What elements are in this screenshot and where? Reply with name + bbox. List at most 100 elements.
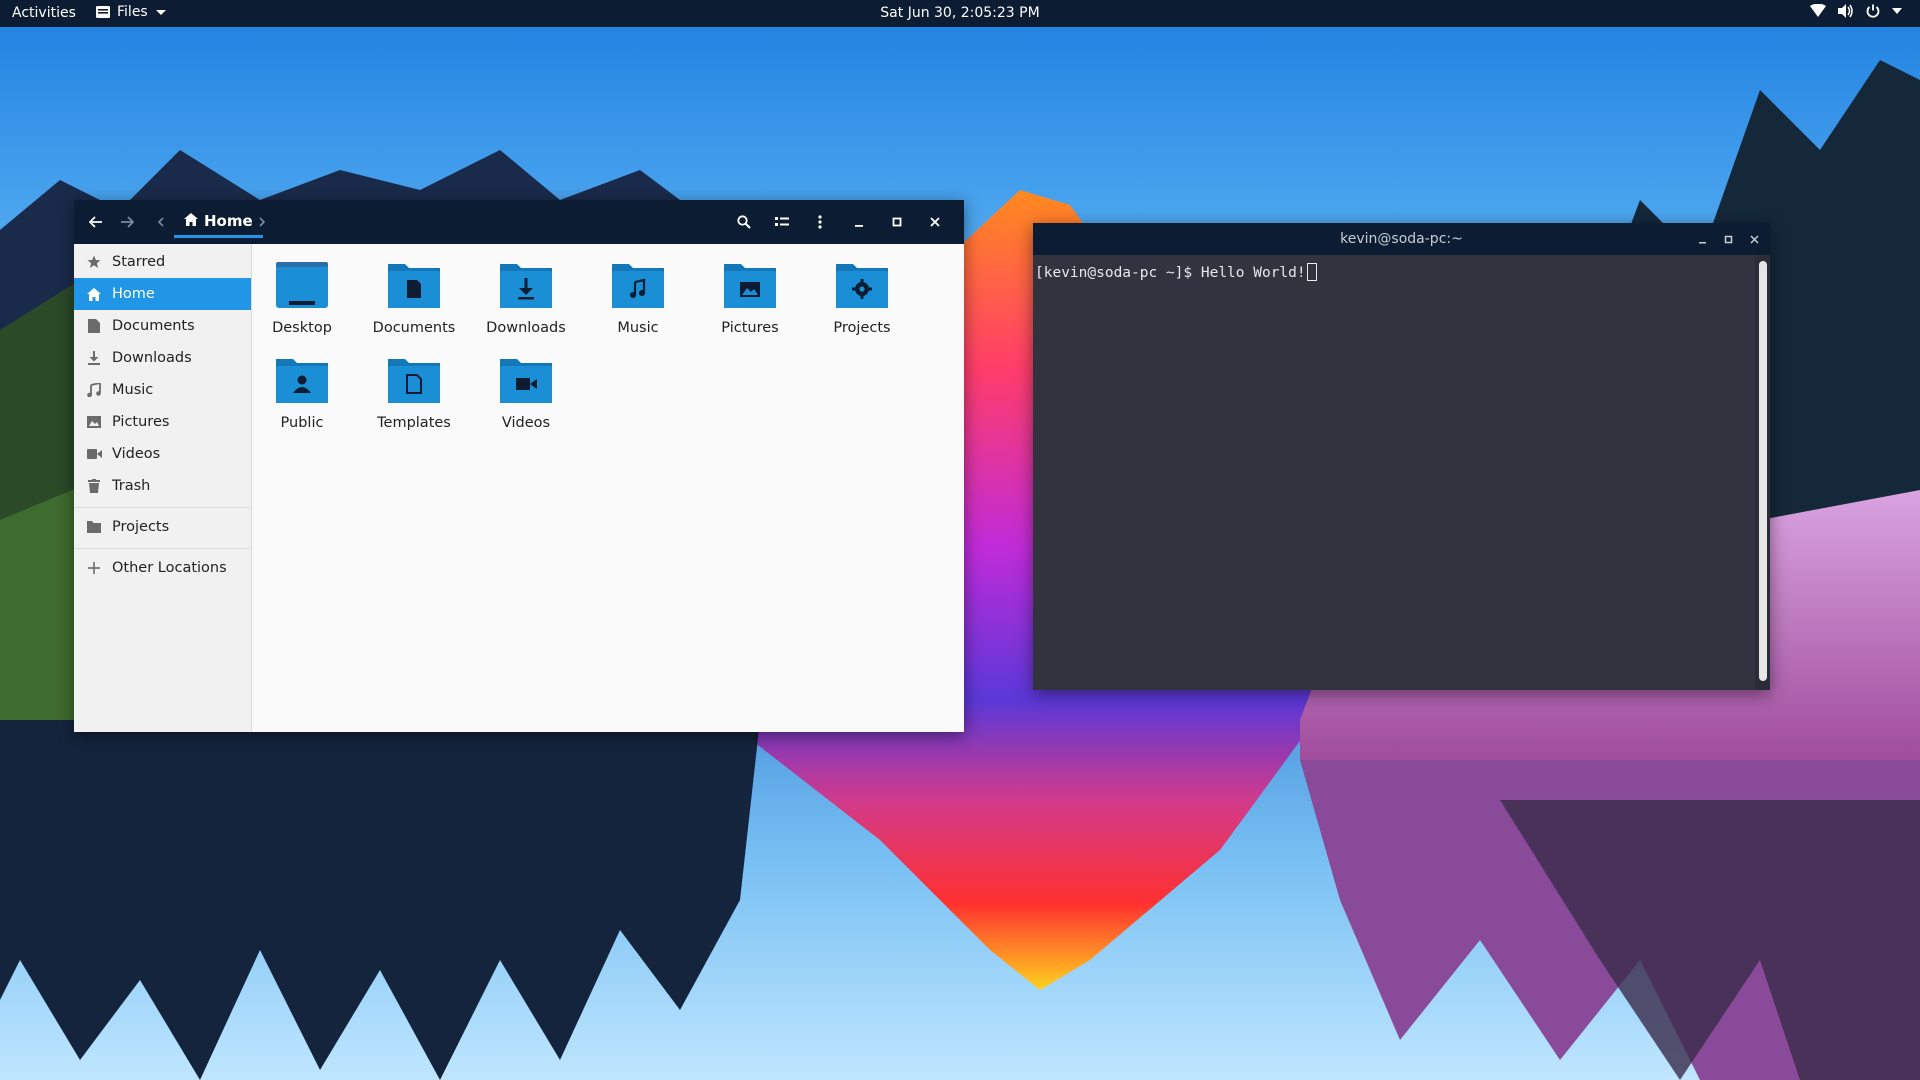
picture-icon — [86, 414, 102, 430]
terminal-cursor — [1306, 263, 1317, 281]
sidebar-item-home[interactable]: Home — [74, 278, 251, 310]
kebab-menu-icon — [818, 215, 822, 229]
sidebar-item-documents[interactable]: Documents — [74, 310, 251, 342]
path-right-arrow[interactable] — [251, 211, 273, 233]
folder-item-videos[interactable]: Videos — [476, 355, 576, 445]
back-button[interactable] — [85, 211, 107, 233]
folder-icon — [86, 519, 102, 535]
video-icon — [86, 446, 102, 462]
sidebar-item-label: Home — [112, 286, 155, 302]
folder-label: Templates — [377, 415, 451, 431]
close-icon — [930, 217, 940, 227]
document-icon — [86, 318, 102, 334]
search-icon — [737, 215, 751, 229]
scrollbar-thumb[interactable] — [1759, 261, 1767, 681]
maximize-icon — [1724, 235, 1732, 243]
folder-label: Pictures — [721, 320, 779, 336]
music-folder-icon — [612, 264, 664, 308]
terminal-headerbar: kevin@soda-pc:~ — [1033, 223, 1770, 255]
sidebar-item-trash[interactable]: Trash — [74, 470, 251, 502]
sidebar-item-label: Downloads — [112, 350, 192, 366]
sidebar-item-label: Music — [112, 382, 154, 398]
sidebar-item-label: Documents — [112, 318, 195, 334]
menu-button[interactable] — [809, 211, 831, 233]
folder-label: Public — [280, 415, 324, 431]
chevron-down-icon — [1892, 8, 1902, 14]
documents-folder-icon — [388, 264, 440, 308]
power-icon — [1866, 4, 1880, 18]
path-left-arrow[interactable] — [150, 211, 172, 233]
sidebar-separator — [74, 548, 251, 549]
folder-item-projects[interactable]: Projects — [812, 260, 912, 350]
close-icon — [1749, 234, 1759, 244]
downloads-folder-icon — [500, 264, 552, 308]
path-label: Home — [204, 211, 253, 230]
file-grid: Desktop Documents Downloads Music Pictur… — [252, 244, 964, 732]
terminal-title: kevin@soda-pc:~ — [1340, 231, 1463, 247]
download-icon — [86, 350, 102, 366]
folder-item-templates[interactable]: Templates — [364, 355, 464, 445]
sidebar-item-label: Other Locations — [112, 560, 227, 576]
terminal-line: [kevin@soda-pc ~]$ Hello World! — [1035, 265, 1306, 281]
top-bar: Activities Files Sat Jun 30, 2:05:23 PM — [0, 0, 1920, 27]
sidebar-item-starred[interactable]: Starred — [74, 246, 251, 278]
sidebar-item-label: Trash — [112, 478, 151, 494]
folder-item-public[interactable]: Public — [252, 355, 352, 445]
sidebar-item-videos[interactable]: Videos — [74, 438, 251, 470]
public-folder-icon — [276, 359, 328, 403]
minimize-icon — [1698, 241, 1706, 243]
maximize-button[interactable] — [1720, 231, 1736, 247]
files-headerbar: Home — [74, 200, 964, 244]
view-toggle-button[interactable] — [771, 211, 793, 233]
path-bar-home[interactable]: Home — [174, 206, 263, 238]
sidebar-item-pictures[interactable]: Pictures — [74, 406, 251, 438]
sidebar-separator — [74, 507, 251, 508]
maximize-icon — [892, 217, 902, 227]
folder-item-pictures[interactable]: Pictures — [700, 260, 800, 350]
folder-label: Projects — [833, 320, 891, 336]
folder-item-downloads[interactable]: Downloads — [476, 260, 576, 350]
sidebar-item-label: Starred — [112, 254, 166, 270]
forward-button[interactable] — [116, 211, 138, 233]
close-button[interactable] — [924, 211, 946, 233]
folder-label: Documents — [372, 320, 456, 336]
sidebar-item-label: Videos — [112, 446, 161, 462]
places-sidebar: Starred Home Documents Downloads Music P… — [74, 244, 252, 732]
folder-item-music[interactable]: Music — [588, 260, 688, 350]
close-button[interactable] — [1746, 231, 1762, 247]
search-button[interactable] — [733, 211, 755, 233]
sidebar-item-label: Pictures — [112, 414, 170, 430]
folder-label: Desktop — [272, 320, 332, 336]
files-window: Home Starred Home Documents Downloads Mu… — [74, 200, 964, 732]
network-icon — [1810, 4, 1826, 18]
sidebar-item-other-locations[interactable]: Other Locations — [74, 552, 251, 584]
sidebar-item-label: Projects — [112, 519, 170, 535]
minimize-button[interactable] — [1694, 231, 1710, 247]
projects-folder-icon — [836, 264, 888, 308]
star-icon — [86, 254, 102, 270]
folder-label: Music — [617, 320, 659, 336]
sidebar-item-projects[interactable]: Projects — [74, 511, 251, 543]
volume-icon — [1838, 4, 1854, 18]
clock[interactable]: Sat Jun 30, 2:05:23 PM — [0, 5, 1920, 21]
terminal-output[interactable]: [kevin@soda-pc ~]$ Hello World! — [1033, 255, 1755, 690]
folder-item-desktop[interactable]: Desktop — [252, 260, 352, 350]
sidebar-item-downloads[interactable]: Downloads — [74, 342, 251, 374]
templates-folder-icon — [388, 359, 440, 403]
system-tray[interactable] — [1810, 4, 1902, 18]
terminal-window: kevin@soda-pc:~ [kevin@soda-pc ~]$ Hello… — [1033, 223, 1770, 690]
minimize-icon — [855, 225, 863, 227]
folder-label: Videos — [501, 415, 551, 431]
folder-item-documents[interactable]: Documents — [364, 260, 464, 350]
sidebar-item-music[interactable]: Music — [74, 374, 251, 406]
desktop-folder-icon — [276, 262, 328, 308]
pictures-folder-icon — [724, 264, 776, 308]
terminal-scrollbar[interactable] — [1755, 255, 1770, 690]
minimize-button[interactable] — [848, 211, 870, 233]
home-icon — [86, 286, 102, 302]
maximize-button[interactable] — [886, 211, 908, 233]
videos-folder-icon — [500, 359, 552, 403]
plus-icon — [86, 560, 102, 576]
list-view-icon — [775, 217, 789, 226]
trash-icon — [86, 478, 102, 494]
